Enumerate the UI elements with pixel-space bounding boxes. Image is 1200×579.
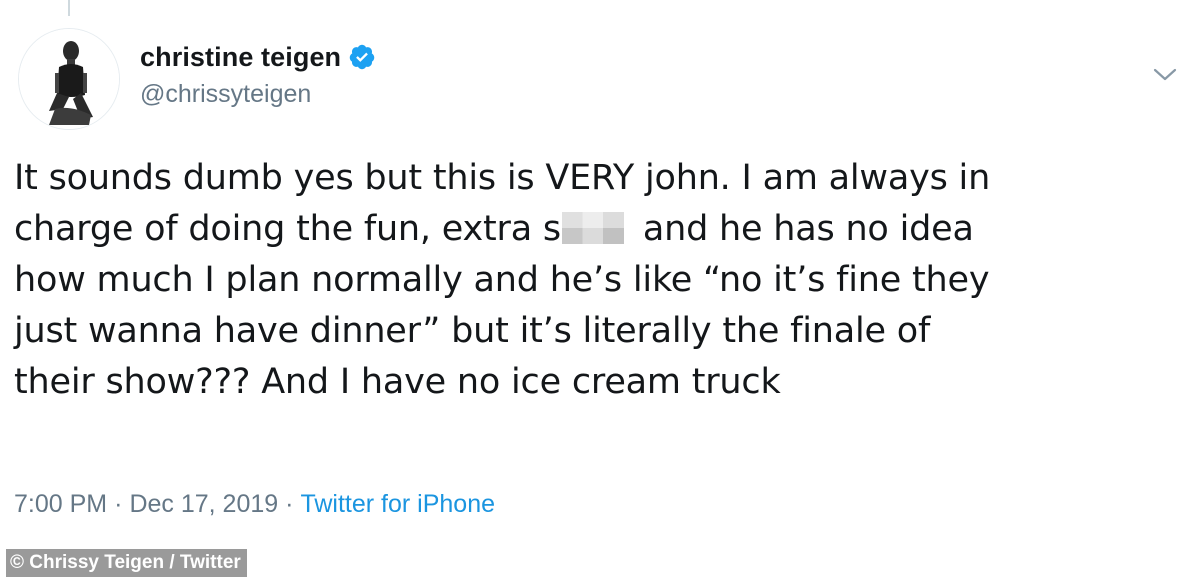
tweet-text-segment: charge of doing the fun, extra s bbox=[14, 209, 561, 249]
tweet-text: It sounds dumb yes but this is VERY john… bbox=[14, 153, 1190, 408]
author-name-row: christine teigen bbox=[140, 40, 376, 74]
thread-connector-line bbox=[68, 0, 70, 16]
tweet-text-line: charge of doing the fun, extra s and he … bbox=[14, 204, 1190, 255]
author-display-name[interactable]: christine teigen bbox=[140, 42, 341, 73]
tweet-source-link[interactable]: Twitter for iPhone bbox=[300, 490, 495, 518]
meta-separator: · bbox=[285, 490, 294, 518]
image-credit: © Chrissy Teigen / Twitter bbox=[6, 549, 247, 577]
tweet-text-line: just wanna have dinner” but it’s literal… bbox=[14, 311, 931, 351]
tweet-text-segment: and he has no idea bbox=[631, 209, 974, 249]
tweet-metadata: 7:00 PM · Dec 17, 2019 · Twitter for iPhone bbox=[14, 490, 495, 519]
tweet-text-line: their show??? And I have no ice cream tr… bbox=[14, 362, 781, 402]
verified-badge-icon bbox=[348, 43, 376, 71]
meta-separator: · bbox=[114, 490, 123, 518]
chevron-down-icon[interactable] bbox=[1152, 66, 1178, 84]
author-handle[interactable]: @chrissyteigen bbox=[140, 80, 311, 109]
tweet-time[interactable]: 7:00 PM bbox=[14, 490, 107, 518]
avatar-photo bbox=[19, 29, 119, 129]
avatar[interactable] bbox=[18, 28, 120, 130]
tweet-date[interactable]: Dec 17, 2019 bbox=[129, 490, 278, 518]
tweet-text-line: how much I plan normally and he’s like “… bbox=[14, 260, 990, 300]
tweet-text-line: It sounds dumb yes but this is VERY john… bbox=[14, 158, 991, 198]
censored-word-blur bbox=[561, 212, 624, 244]
